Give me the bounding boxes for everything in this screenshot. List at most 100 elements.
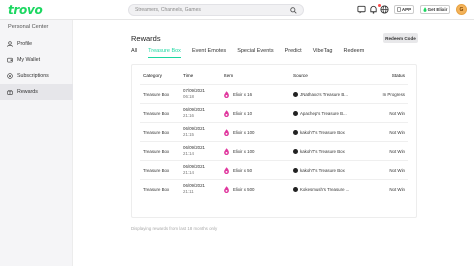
row-category: Treasure Box [143,167,170,173]
column-header-category: Category [143,72,163,78]
tab-vibetag[interactable]: VibeTag [313,48,333,58]
sidebar-item-label: Subscriptions [17,73,49,79]
row-source[interactable]: Kokesmush's Treasure ... [293,186,350,192]
trovo-logo[interactable]: trovo [8,3,43,17]
wallet-icon [7,57,13,63]
sidebar-item-my-wallet[interactable]: My Wallet [0,52,73,68]
row-item: Elixir x 100 [224,147,255,155]
column-header-item: Item [224,72,234,78]
elixir-flame-icon [224,90,229,98]
row-category: Treasure Box [143,91,170,97]
sidebar-item-profile[interactable]: Profile [0,36,73,52]
phone-icon [397,7,401,12]
app-button[interactable]: APP [394,5,414,14]
table-row: Treasure Box 06/09/2021 21:16 Elixir x 10… [140,103,408,122]
row-category: Treasure Box [143,148,170,154]
table-row: Treasure Box 06/09/2021 21:11 Elixir x 50… [140,179,408,198]
row-item-label: Elixir x 50 [233,167,253,173]
row-status: Not Win [389,110,405,116]
row-item-label: Elixir x 100 [233,148,255,154]
row-source[interactable]: JNathaxo's Treasure B... [293,91,348,97]
tab-special-events[interactable]: Special Events [237,48,273,58]
table-row: Treasure Box 06/09/2021 21:14 Elixir x 10… [140,141,408,160]
main-content: Rewards Redeem Code All Treasure Box Eve… [73,20,474,266]
row-status: Not Win [389,167,405,173]
column-header-time: Time [183,72,194,78]
rewards-table: Category Time Item Source Status Treasur… [131,64,417,218]
row-clock: 21:15 [183,132,194,137]
row-category: Treasure Box [143,129,170,135]
chat-icon[interactable] [357,5,366,14]
row-item: Elixir x 16 [224,90,253,98]
search-icon[interactable] [290,7,297,14]
table-row: Treasure Box 07/09/2021 06:18 Elixir x 16… [140,84,408,103]
top-bar: trovo APP Get Elixir G [0,0,474,20]
source-avatar [293,186,298,192]
tab-treasure-box[interactable]: Treasure Box [148,48,181,58]
table-header: Category Time Item Source Status [132,65,416,85]
subscriptions-icon [7,73,13,79]
sidebar-item-rewards[interactable]: Rewards [0,84,73,100]
elixir-icon [423,7,427,12]
tab-all[interactable]: All [131,48,137,58]
sidebar-item-subscriptions[interactable]: Subscriptions [0,68,73,84]
elixir-flame-icon [224,166,229,174]
row-item: Elixir x 500 [224,185,255,193]
get-elixir-button[interactable]: Get Elixir [420,5,450,14]
table-row: Treasure Box 06/09/2021 21:14 Elixir x 50… [140,160,408,179]
row-category: Treasure Box [143,186,170,192]
row-status: Not Win [389,129,405,135]
row-source[interactable]: Apachep's Treasure B... [293,110,347,116]
row-source-label: kakohT's Treasure Box [300,167,345,173]
row-source-label: Apachep's Treasure B... [300,110,347,116]
row-time: 06/09/2021 21:14 [183,145,205,157]
bell-icon[interactable] [369,5,378,14]
tab-predict[interactable]: Predict [285,48,302,58]
search-bar[interactable] [128,4,304,16]
row-status: Not Win [389,186,405,192]
row-clock: 21:11 [183,189,194,194]
sidebar: Personal Center Profile My Wallet Subscr… [0,20,73,266]
row-item: Elixir x 100 [224,128,255,136]
sidebar-title: Personal Center [8,24,49,30]
source-avatar [293,91,298,97]
row-source[interactable]: kakohT's Treasure Box [293,129,345,135]
globe-icon[interactable] [380,5,389,14]
row-clock: 21:16 [183,113,194,118]
row-item-label: Elixir x 500 [233,186,255,192]
elixir-flame-icon [224,147,229,155]
source-avatar [293,148,298,154]
row-source[interactable]: kakohT's Treasure Box [293,148,345,154]
row-time: 06/09/2021 21:15 [183,126,205,138]
user-avatar[interactable]: G [456,4,467,15]
column-header-status: Status [391,72,405,78]
avatar-letter: G [459,6,464,13]
page-title: Rewards [131,34,161,43]
row-clock: 21:14 [183,151,194,156]
redeem-code-button[interactable]: Redeem Code [383,33,418,43]
source-avatar [293,167,298,173]
elixir-flame-icon [224,109,229,117]
column-header-source: Source [293,72,308,78]
row-source-label: JNathaxo's Treasure B... [300,91,348,97]
sidebar-item-label: My Wallet [17,57,41,63]
row-time: 06/09/2021 21:11 [183,183,205,195]
row-source[interactable]: kakohT's Treasure Box [293,167,345,173]
row-item-label: Elixir x 16 [233,91,253,97]
user-icon [7,41,13,47]
row-time: 06/09/2021 21:16 [183,107,205,119]
search-input[interactable] [135,5,285,15]
footnote: Displaying rewards from last 18 months o… [131,226,218,231]
row-item-label: Elixir x 10 [233,110,253,116]
row-status: Not Win [389,148,405,154]
tab-redeem[interactable]: Redeem [343,48,364,58]
row-source-label: Kokesmush's Treasure ... [300,186,350,192]
row-category: Treasure Box [143,110,170,116]
row-status: In Progress [382,91,405,97]
row-clock: 06:18 [183,94,194,99]
row-source-label: kakohT's Treasure Box [300,129,345,135]
row-item-label: Elixir x 100 [233,129,255,135]
tab-event-emotes[interactable]: Event Emotes [192,48,226,58]
row-item: Elixir x 50 [224,166,253,174]
row-time: 07/09/2021 06:18 [183,88,205,100]
